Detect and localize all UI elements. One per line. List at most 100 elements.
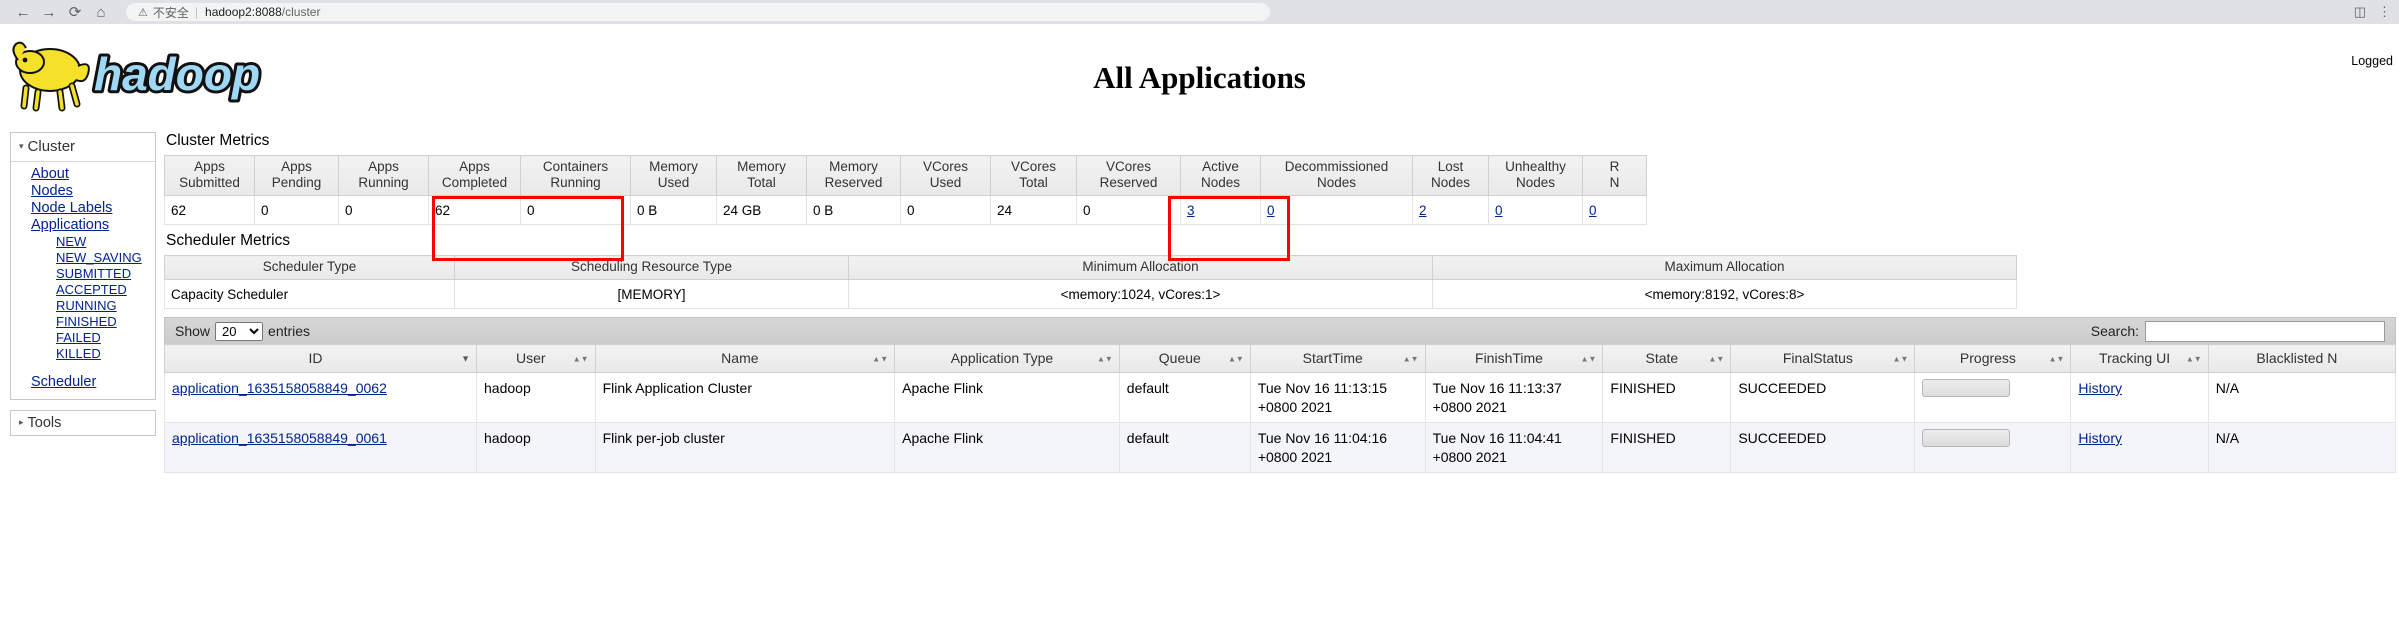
th-blacklisted-nodes[interactable]: Blacklisted N [2208, 344, 2397, 373]
sort-both-icon[interactable]: ▲▼ [2049, 355, 2065, 363]
th-start-time[interactable]: StartTime ▲▼ [1250, 344, 1426, 373]
sort-both-icon[interactable]: ▲▼ [1228, 355, 1244, 363]
page-size-select[interactable]: 20 50 100 [215, 321, 264, 341]
address-bar[interactable]: ⚠ 不安全 | hadoop2:8088/cluster [126, 3, 1270, 21]
cell-finish-time: Tue Nov 16 11:04:41 +0800 2021 [1425, 422, 1604, 473]
scheduler-metrics-table: Scheduler Type Scheduling Resource Type … [164, 255, 2017, 309]
search-input[interactable] [2145, 320, 2385, 342]
sidebar-item-new[interactable]: NEW [11, 234, 155, 250]
cell-blacklisted-nodes: N/A [2208, 422, 2397, 473]
sort-desc-icon[interactable]: ▼ [461, 354, 470, 363]
col-vcores-total: VCores Total [990, 155, 1077, 196]
sidebar-item-applications[interactable]: Applications [11, 217, 155, 234]
sidebar-item-killed[interactable]: KILLED [11, 346, 155, 362]
cell-finish-time: Tue Nov 16 11:13:37 +0800 2021 [1425, 372, 1604, 423]
val-memory-reserved: 0 B [806, 195, 901, 225]
sidebar-item-accepted[interactable]: ACCEPTED [11, 282, 155, 298]
th-final-status[interactable]: FinalStatus ▲▼ [1730, 344, 1916, 373]
sidebar-item-running[interactable]: RUNNING [11, 298, 155, 314]
tools-panel-header[interactable]: ▸ Tools [11, 411, 155, 435]
val-maximum-allocation: <memory:8192, vCores:8> [1432, 279, 2017, 309]
val-minimum-allocation: <memory:1024, vCores:1> [848, 279, 1433, 309]
col-memory-reserved: Memory Reserved [806, 155, 901, 196]
sidebar-item-scheduler[interactable]: Scheduler [11, 374, 155, 391]
val-scheduling-resource-type: [MEMORY] [454, 279, 849, 309]
col-minimum-allocation: Minimum Allocation [848, 255, 1433, 280]
sort-both-icon[interactable]: ▲▼ [573, 355, 589, 363]
col-vcores-used: VCores Used [900, 155, 991, 196]
back-icon[interactable]: ← [10, 2, 36, 22]
sidebar-item-failed[interactable]: FAILED [11, 330, 155, 346]
val-apps-pending: 0 [254, 195, 339, 225]
cell-application-type: Apache Flink [894, 422, 1120, 473]
browser-toolbar: ← → ⟳ ⌂ ⚠ 不安全 | hadoop2:8088/cluster ◫ ⋮ [0, 0, 2399, 24]
cell-start-time: Tue Nov 16 11:04:16 +0800 2021 [1250, 422, 1426, 473]
th-id[interactable]: ID ▼ [163, 344, 478, 373]
history-link[interactable]: History [2078, 380, 2122, 396]
th-queue[interactable]: Queue ▲▼ [1119, 344, 1251, 373]
datatable-controls: Show 20 50 100 entries Search: [164, 317, 2396, 344]
cluster-metrics-title: Cluster Metrics [166, 132, 270, 149]
sort-both-icon[interactable]: ▲▼ [2186, 355, 2202, 363]
application-id-link[interactable]: application_1635158058849_0062 [172, 380, 387, 396]
cell-id: application_1635158058849_0061 [163, 422, 478, 473]
th-tracking-ui[interactable]: Tracking UI ▲▼ [2070, 344, 2209, 373]
cell-progress [1914, 422, 2072, 473]
val-apps-running: 0 [338, 195, 429, 225]
page-title: All Applications [1093, 60, 1306, 95]
sidebar-item-nodes[interactable]: Nodes [11, 183, 155, 200]
sidebar-item-finished[interactable]: FINISHED [11, 314, 155, 330]
lost-nodes-link[interactable]: 2 [1419, 203, 1427, 218]
omnibox-separator: | [194, 5, 199, 19]
val-containers-running: 0 [520, 195, 631, 225]
table-row[interactable]: application_1635158058849_0061 hadoop Fl… [163, 422, 2397, 473]
th-application-type[interactable]: Application Type ▲▼ [894, 344, 1120, 373]
val-active-nodes: 3 [1180, 195, 1261, 225]
col-active-nodes: Active Nodes [1180, 155, 1261, 196]
active-nodes-link[interactable]: 3 [1187, 203, 1195, 218]
th-name[interactable]: Name ▲▼ [595, 344, 896, 373]
chevron-down-icon[interactable]: ▾ [19, 141, 24, 151]
val-apps-submitted: 62 [164, 195, 255, 225]
sort-both-icon[interactable]: ▲▼ [1581, 355, 1597, 363]
sort-both-icon[interactable]: ▲▼ [1708, 355, 1724, 363]
sort-both-icon[interactable]: ▲▼ [1893, 355, 1909, 363]
rebooted-nodes-link[interactable]: 0 [1589, 203, 1597, 218]
decommissioned-nodes-link[interactable]: 0 [1267, 203, 1275, 218]
sidebar-item-new-saving[interactable]: NEW_SAVING [11, 250, 155, 266]
sort-both-icon[interactable]: ▲▼ [872, 355, 888, 363]
sort-both-icon[interactable]: ▲▼ [1403, 355, 1419, 363]
application-id-link[interactable]: application_1635158058849_0061 [172, 430, 387, 446]
th-finish-time[interactable]: FinishTime ▲▼ [1425, 344, 1604, 373]
search-control: Search: [2091, 320, 2385, 342]
unhealthy-nodes-link[interactable]: 0 [1495, 203, 1503, 218]
val-memory-total: 24 GB [716, 195, 807, 225]
cell-name: Flink per-job cluster [595, 422, 896, 473]
cluster-metrics-table: Apps Submitted Apps Pending Apps Running Ap… [164, 155, 1647, 225]
col-lost-nodes: Lost Nodes [1412, 155, 1489, 196]
reload-icon[interactable]: ⟳ [62, 2, 88, 22]
sidebar-item-about[interactable]: About [11, 166, 155, 183]
th-progress[interactable]: Progress ▲▼ [1914, 344, 2072, 373]
th-user[interactable]: User ▲▼ [476, 344, 596, 373]
table-row[interactable]: application_1635158058849_0062 hadoop Fl… [163, 372, 2397, 423]
val-vcores-reserved: 0 [1076, 195, 1181, 225]
browser-toolbar-right: ◫ ⋮ [2354, 0, 2391, 24]
home-icon[interactable]: ⌂ [88, 2, 114, 22]
val-apps-completed: 62 [428, 195, 521, 225]
th-state[interactable]: State ▲▼ [1602, 344, 1732, 373]
col-containers-running: Containers Running [520, 155, 631, 196]
val-vcores-used: 0 [900, 195, 991, 225]
cluster-metrics-header-row: Apps Submitted Apps Pending Apps Running Ap… [164, 155, 1647, 196]
cell-state: FINISHED [1602, 422, 1732, 473]
kebab-menu-icon[interactable]: ⋮ [2378, 4, 2391, 20]
history-link[interactable]: History [2078, 430, 2122, 446]
chevron-right-icon[interactable]: ▸ [19, 417, 24, 427]
sidebar-item-submitted[interactable]: SUBMITTED [11, 266, 155, 282]
forward-icon[interactable]: → [36, 2, 62, 22]
sort-both-icon[interactable]: ▲▼ [1097, 355, 1113, 363]
cast-icon[interactable]: ◫ [2354, 4, 2366, 20]
sidebar-item-node-labels[interactable]: Node Labels [11, 200, 155, 217]
cluster-metrics-value-row: 62 0 0 62 0 0 B 24 GB 0 B 0 24 0 3 0 2 0… [164, 195, 1647, 225]
cluster-panel-header[interactable]: ▾ Cluster [11, 133, 155, 162]
